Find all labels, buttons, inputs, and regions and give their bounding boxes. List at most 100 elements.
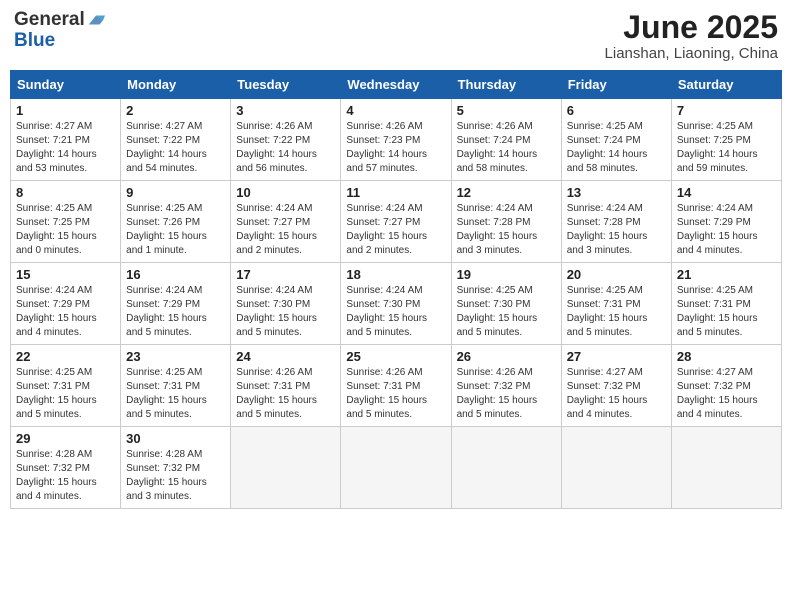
day-number: 25 — [346, 349, 445, 364]
calendar-cell: 28 Sunrise: 4:27 AMSunset: 7:32 PMDayligh… — [671, 345, 781, 427]
calendar-cell: 18 Sunrise: 4:24 AMSunset: 7:30 PMDayligh… — [341, 263, 451, 345]
logo-blue: Blue — [14, 31, 55, 52]
calendar-cell: 22 Sunrise: 4:25 AMSunset: 7:31 PMDayligh… — [11, 345, 121, 427]
header-monday: Monday — [121, 71, 231, 99]
day-number: 21 — [677, 267, 776, 282]
day-info: Sunrise: 4:26 AMSunset: 7:24 PMDaylight:… — [457, 120, 556, 176]
calendar-cell: 4 Sunrise: 4:26 AMSunset: 7:23 PMDaylight… — [341, 99, 451, 181]
calendar-cell: 19 Sunrise: 4:25 AMSunset: 7:30 PMDayligh… — [451, 263, 561, 345]
calendar-cell — [671, 427, 781, 509]
calendar-cell: 9Sunrise: 4:25 AMSunset: 7:26 PMDaylight… — [121, 181, 231, 263]
day-info: Sunrise: 4:24 AMSunset: 7:27 PMDaylight:… — [346, 202, 445, 258]
day-info: Sunrise: 4:26 AMSunset: 7:23 PMDaylight:… — [346, 120, 445, 176]
day-info: Sunrise: 4:25 AMSunset: 7:31 PMDaylight:… — [16, 366, 115, 422]
day-info: Sunrise: 4:25 AMSunset: 7:31 PMDaylight:… — [677, 284, 776, 340]
calendar-cell — [231, 427, 341, 509]
calendar-cell: 7Sunrise: 4:25 AMSunset: 7:25 PMDaylight… — [671, 99, 781, 181]
calendar-cell: 13 Sunrise: 4:24 AMSunset: 7:28 PMDayligh… — [561, 181, 671, 263]
day-info: Sunrise: 4:24 AMSunset: 7:29 PMDaylight:… — [126, 284, 225, 340]
calendar-week-1: 1Sunrise: 4:27 AMSunset: 7:21 PMDaylight… — [11, 99, 782, 181]
calendar-cell: 30 Sunrise: 4:28 AMSunset: 7:32 PMDayligh… — [121, 427, 231, 509]
logo: General Blue — [14, 10, 105, 52]
day-number: 5 — [457, 103, 556, 118]
calendar-cell: 15 Sunrise: 4:24 AMSunset: 7:29 PMDayligh… — [11, 263, 121, 345]
day-number: 9 — [126, 185, 225, 200]
day-number: 14 — [677, 185, 776, 200]
day-number: 19 — [457, 267, 556, 282]
calendar-week-3: 15 Sunrise: 4:24 AMSunset: 7:29 PMDayligh… — [11, 263, 782, 345]
day-number: 12 — [457, 185, 556, 200]
day-number: 13 — [567, 185, 666, 200]
day-info: Sunrise: 4:28 AMSunset: 7:32 PMDaylight:… — [16, 448, 115, 504]
day-info: Sunrise: 4:27 AMSunset: 7:32 PMDaylight:… — [677, 366, 776, 422]
day-number: 7 — [677, 103, 776, 118]
calendar-cell: 20 Sunrise: 4:25 AMSunset: 7:31 PMDayligh… — [561, 263, 671, 345]
day-info: Sunrise: 4:27 AMSunset: 7:32 PMDaylight:… — [567, 366, 666, 422]
day-info: Sunrise: 4:25 AMSunset: 7:25 PMDaylight:… — [16, 202, 115, 258]
calendar-week-5: 29 Sunrise: 4:28 AMSunset: 7:32 PMDayligh… — [11, 427, 782, 509]
day-number: 30 — [126, 431, 225, 446]
calendar-cell: 1Sunrise: 4:27 AMSunset: 7:21 PMDaylight… — [11, 99, 121, 181]
day-info: Sunrise: 4:25 AMSunset: 7:31 PMDaylight:… — [567, 284, 666, 340]
calendar-cell: 5 Sunrise: 4:26 AMSunset: 7:24 PMDaylight… — [451, 99, 561, 181]
calendar-cell: 25Sunrise: 4:26 AMSunset: 7:31 PMDayligh… — [341, 345, 451, 427]
day-number: 17 — [236, 267, 335, 282]
header-wednesday: Wednesday — [341, 71, 451, 99]
calendar-cell: 26 Sunrise: 4:26 AMSunset: 7:32 PMDayligh… — [451, 345, 561, 427]
day-info: Sunrise: 4:24 AMSunset: 7:29 PMDaylight:… — [677, 202, 776, 258]
calendar-cell — [451, 427, 561, 509]
calendar-cell: 8 Sunrise: 4:25 AMSunset: 7:25 PMDaylight… — [11, 181, 121, 263]
day-number: 29 — [16, 431, 115, 446]
month-title: June 2025 — [605, 10, 778, 45]
day-number: 28 — [677, 349, 776, 364]
day-info: Sunrise: 4:24 AMSunset: 7:30 PMDaylight:… — [346, 284, 445, 340]
calendar-cell: 27 Sunrise: 4:27 AMSunset: 7:32 PMDayligh… — [561, 345, 671, 427]
calendar-cell: 17 Sunrise: 4:24 AMSunset: 7:30 PMDayligh… — [231, 263, 341, 345]
calendar-cell: 2 Sunrise: 4:27 AMSunset: 7:22 PMDaylight… — [121, 99, 231, 181]
day-number: 24 — [236, 349, 335, 364]
header-thursday: Thursday — [451, 71, 561, 99]
day-number: 16 — [126, 267, 225, 282]
logo-general: General — [14, 10, 85, 31]
day-info: Sunrise: 4:24 AMSunset: 7:28 PMDaylight:… — [567, 202, 666, 258]
day-info: Sunrise: 4:26 AMSunset: 7:22 PMDaylight:… — [236, 120, 335, 176]
day-info: Sunrise: 4:27 AMSunset: 7:22 PMDaylight:… — [126, 120, 225, 176]
day-info: Sunrise: 4:24 AMSunset: 7:27 PMDaylight:… — [236, 202, 335, 258]
calendar-cell: 21 Sunrise: 4:25 AMSunset: 7:31 PMDayligh… — [671, 263, 781, 345]
day-info: Sunrise: 4:26 AMSunset: 7:31 PMDaylight:… — [236, 366, 335, 422]
day-number: 15 — [16, 267, 115, 282]
calendar-cell: 6Sunrise: 4:25 AMSunset: 7:24 PMDaylight… — [561, 99, 671, 181]
day-number: 10 — [236, 185, 335, 200]
day-number: 20 — [567, 267, 666, 282]
calendar-cell: 16 Sunrise: 4:24 AMSunset: 7:29 PMDayligh… — [121, 263, 231, 345]
day-info: Sunrise: 4:28 AMSunset: 7:32 PMDaylight:… — [126, 448, 225, 504]
header-tuesday: Tuesday — [231, 71, 341, 99]
calendar-cell: 11 Sunrise: 4:24 AMSunset: 7:27 PMDayligh… — [341, 181, 451, 263]
day-number: 11 — [346, 185, 445, 200]
day-info: Sunrise: 4:26 AMSunset: 7:32 PMDaylight:… — [457, 366, 556, 422]
calendar-cell: 24 Sunrise: 4:26 AMSunset: 7:31 PMDayligh… — [231, 345, 341, 427]
day-number: 8 — [16, 185, 115, 200]
header-sunday: Sunday — [11, 71, 121, 99]
day-number: 23 — [126, 349, 225, 364]
day-info: Sunrise: 4:24 AMSunset: 7:29 PMDaylight:… — [16, 284, 115, 340]
day-number: 18 — [346, 267, 445, 282]
day-number: 1 — [16, 103, 115, 118]
day-info: Sunrise: 4:25 AMSunset: 7:30 PMDaylight:… — [457, 284, 556, 340]
day-number: 4 — [346, 103, 445, 118]
calendar-week-2: 8 Sunrise: 4:25 AMSunset: 7:25 PMDaylight… — [11, 181, 782, 263]
day-number: 22 — [16, 349, 115, 364]
logo-icon — [87, 13, 105, 27]
calendar-cell: 10 Sunrise: 4:24 AMSunset: 7:27 PMDayligh… — [231, 181, 341, 263]
calendar-cell: 23 Sunrise: 4:25 AMSunset: 7:31 PMDayligh… — [121, 345, 231, 427]
header-friday: Friday — [561, 71, 671, 99]
calendar-cell — [341, 427, 451, 509]
day-info: Sunrise: 4:24 AMSunset: 7:30 PMDaylight:… — [236, 284, 335, 340]
day-info: Sunrise: 4:25 AMSunset: 7:31 PMDaylight:… — [126, 366, 225, 422]
calendar-cell: 29 Sunrise: 4:28 AMSunset: 7:32 PMDayligh… — [11, 427, 121, 509]
day-number: 27 — [567, 349, 666, 364]
day-number: 26 — [457, 349, 556, 364]
day-info: Sunrise: 4:24 AMSunset: 7:28 PMDaylight:… — [457, 202, 556, 258]
day-info: Sunrise: 4:25 AMSunset: 7:24 PMDaylight:… — [567, 120, 666, 176]
day-number: 2 — [126, 103, 225, 118]
